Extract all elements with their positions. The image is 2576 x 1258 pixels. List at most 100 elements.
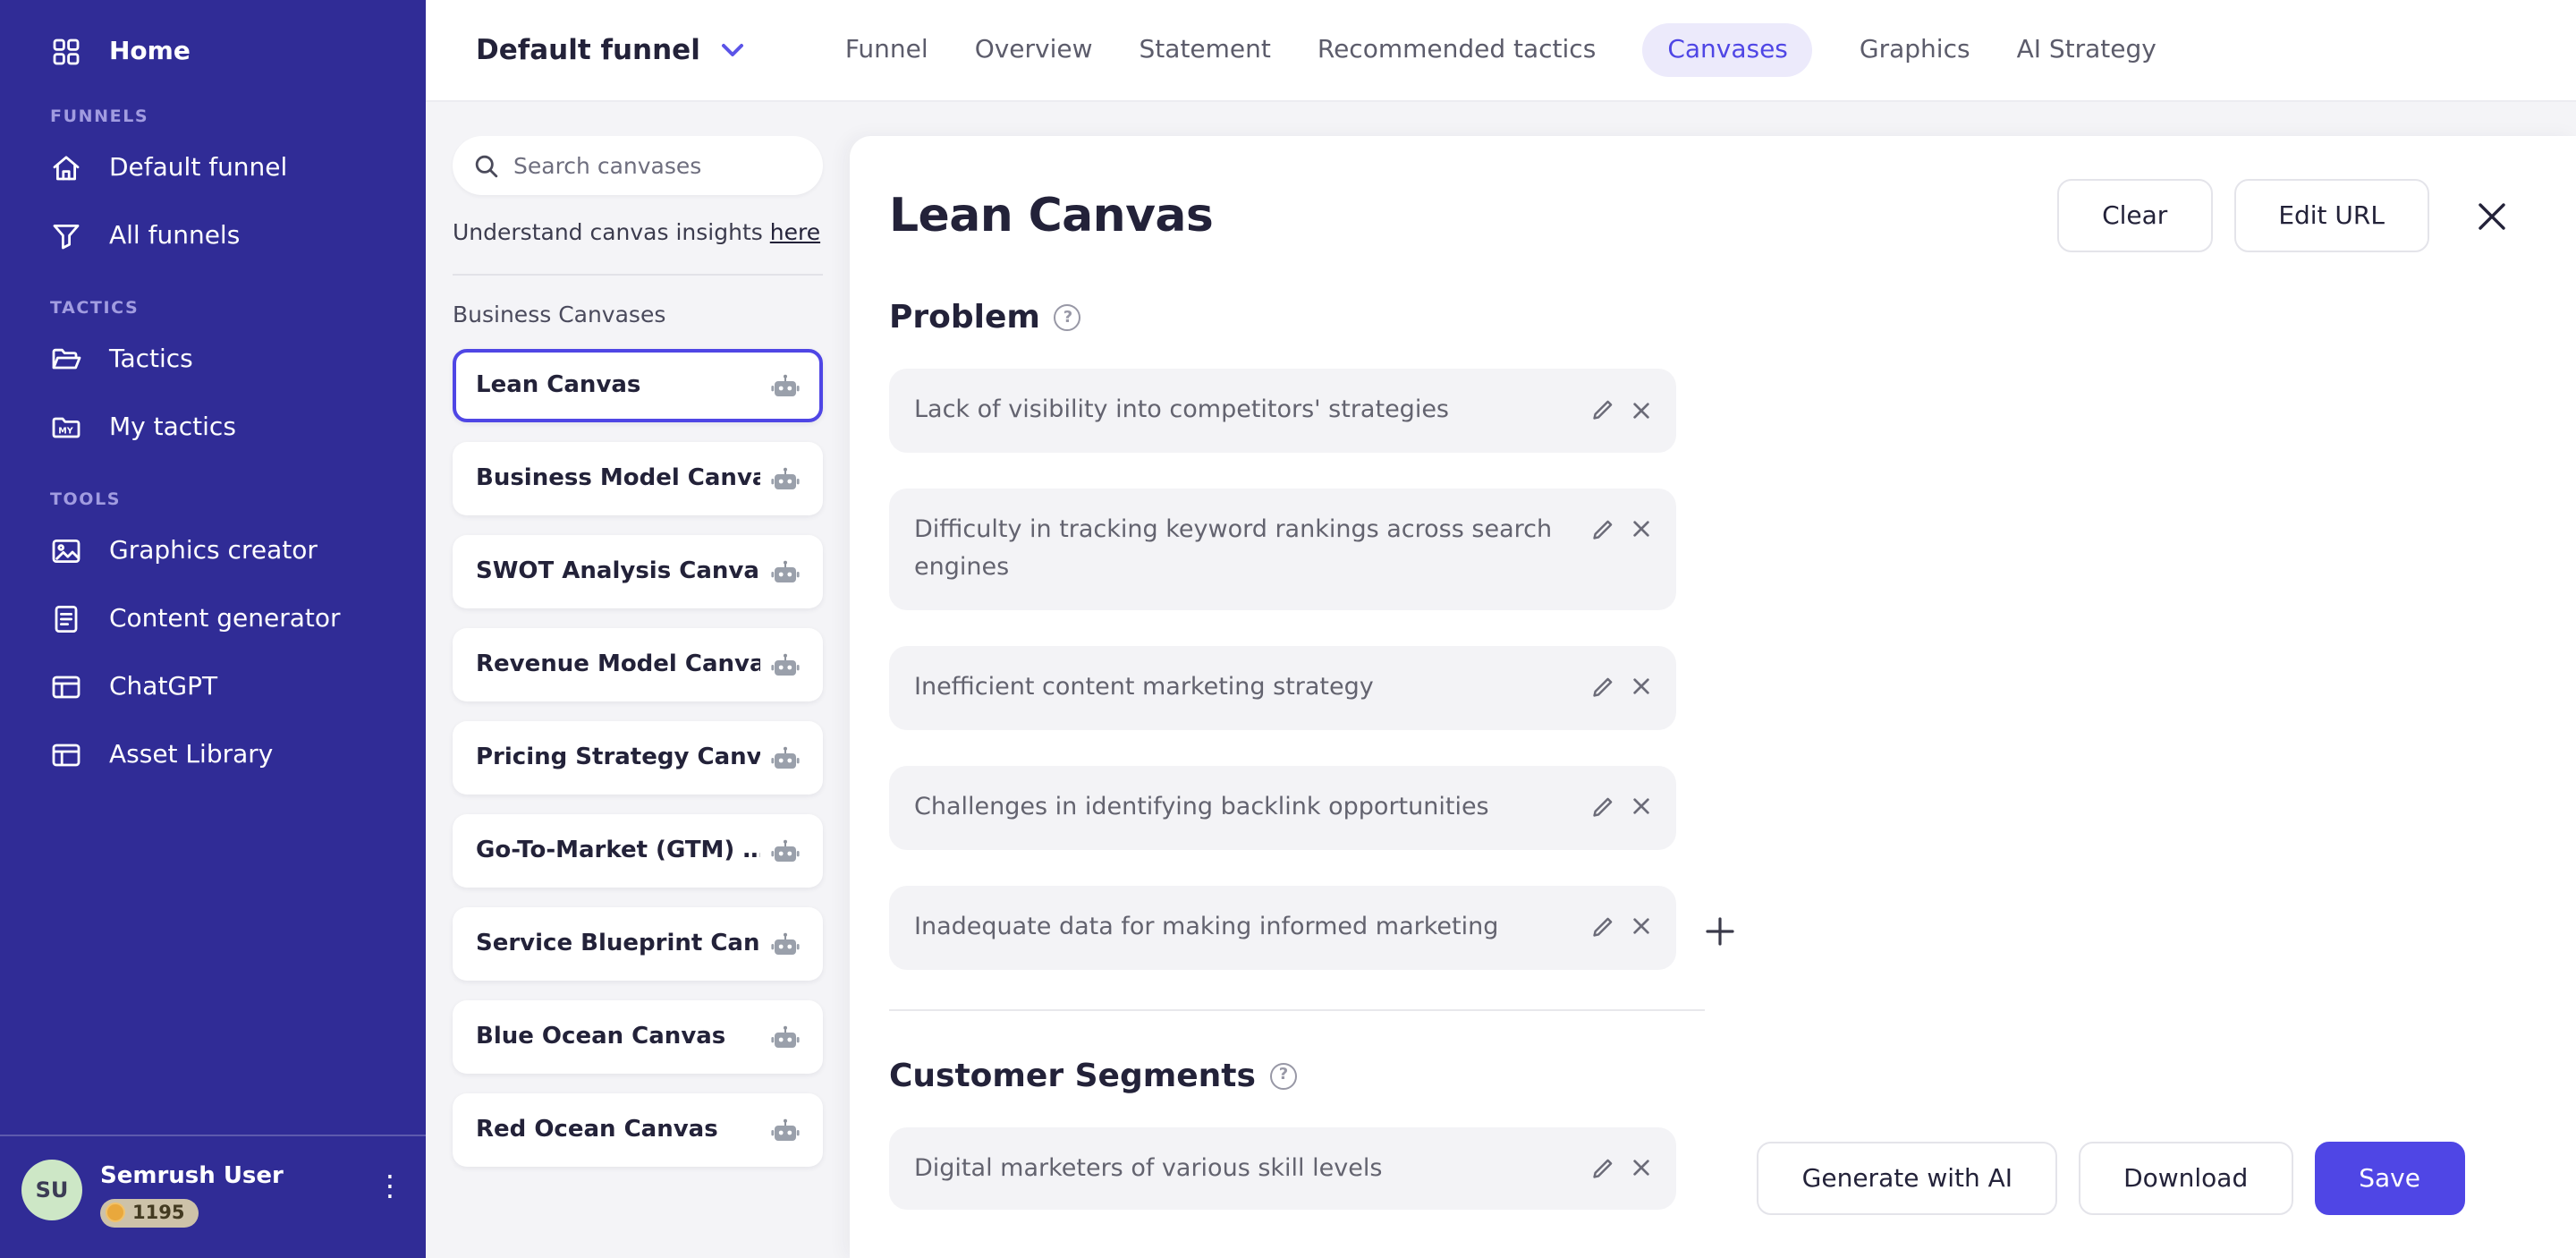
lean-canvas-editor: Lean Canvas Clear Edit URL Problem ? Lac… xyxy=(850,136,2576,1258)
help-icon[interactable]: ? xyxy=(1054,304,1081,331)
window-icon xyxy=(50,671,82,703)
folder-open-icon xyxy=(50,344,82,376)
canvas-card-label: Service Blueprint Can… xyxy=(476,931,760,957)
field-item: Inadequate data for making informed mark… xyxy=(889,885,1676,970)
robot-icon xyxy=(771,931,800,956)
editor-body: Problem ? Lack of visibility into compet… xyxy=(850,252,2576,1246)
chevron-down-icon xyxy=(722,43,745,57)
insights-link[interactable]: here xyxy=(770,218,820,245)
canvas-card-label: Blue Ocean Canvas xyxy=(476,1024,726,1050)
clear-button[interactable]: Clear xyxy=(2057,179,2213,252)
svg-text:MY: MY xyxy=(58,426,74,436)
field-item: Digital marketers of various skill level… xyxy=(889,1126,1676,1211)
panel-divider xyxy=(453,274,823,276)
tab-statement[interactable]: Statement xyxy=(1140,36,1271,64)
help-icon[interactable]: ? xyxy=(1269,1062,1297,1090)
sidebar-item-all-funnels[interactable]: All funnels xyxy=(0,202,426,270)
sidebar-item-tactics[interactable]: Tactics xyxy=(0,326,426,394)
remove-icon[interactable] xyxy=(1631,1158,1651,1177)
sidebar-item-content-generator[interactable]: Content generator xyxy=(0,585,426,653)
add-item-icon[interactable] xyxy=(1705,915,1735,946)
grid-icon xyxy=(50,36,82,68)
sidebar-item-label: Content generator xyxy=(109,605,341,633)
robot-icon xyxy=(771,373,800,398)
edit-url-button[interactable]: Edit URL xyxy=(2233,179,2429,252)
user-name: Semrush User xyxy=(100,1162,284,1189)
canvas-list-panel: Understand canvas insights here Business… xyxy=(426,136,850,1258)
robot-icon xyxy=(771,745,800,770)
search-icon xyxy=(474,153,499,178)
canvas-card-label: Red Ocean Canvas xyxy=(476,1117,718,1143)
robot-icon xyxy=(771,838,800,863)
sidebar-section-tools: TOOLS xyxy=(50,490,122,510)
sidebar-item-my-tactics[interactable]: MY My tactics xyxy=(0,394,426,462)
sidebar-item-label: Asset Library xyxy=(109,741,274,769)
canvas-card-swot-analysis-canvas[interactable]: SWOT Analysis Canvas xyxy=(453,535,823,608)
sidebar-item-asset-library[interactable]: Asset Library xyxy=(0,721,426,789)
canvas-card-revenue-model-canvas[interactable]: Revenue Model Canvas xyxy=(453,628,823,701)
tab-recommended-tactics[interactable]: Recommended tactics xyxy=(1318,36,1596,64)
tab-overview[interactable]: Overview xyxy=(975,36,1093,64)
field-item: Difficulty in tracking keyword rankings … xyxy=(889,488,1676,610)
tab-ai-strategy[interactable]: AI Strategy xyxy=(2017,36,2157,64)
sidebar-item-default-funnel[interactable]: Default funnel xyxy=(0,134,426,202)
image-icon xyxy=(50,535,82,567)
field-text: Inefficient content marketing strategy xyxy=(914,672,1374,701)
content-area: Understand canvas insights here Business… xyxy=(426,102,2576,1258)
edit-icon[interactable] xyxy=(1590,794,1615,819)
field-item: Lack of visibility into competitors' str… xyxy=(889,369,1676,453)
canvas-card-red-ocean-canvas[interactable]: Red Ocean Canvas xyxy=(453,1093,823,1167)
kebab-menu-icon[interactable]: ⋮ xyxy=(376,1170,404,1200)
app-window: Home FUNNELS Default funnel All funnels … xyxy=(0,0,2576,1258)
funnel-selector-label: Default funnel xyxy=(476,34,700,66)
sidebar-item-label: ChatGPT xyxy=(109,673,218,701)
search-input[interactable] xyxy=(513,152,801,179)
robot-icon xyxy=(771,559,800,584)
credits-badge: 1195 xyxy=(100,1198,199,1227)
edit-icon[interactable] xyxy=(1590,914,1615,939)
remove-icon[interactable] xyxy=(1631,796,1651,816)
topbar: Default funnel Funnel Overview Statement… xyxy=(426,0,2576,102)
field-text: Lack of visibility into competitors' str… xyxy=(914,395,1449,424)
robot-icon xyxy=(771,466,800,491)
canvas-card-blue-ocean-canvas[interactable]: Blue Ocean Canvas xyxy=(453,1000,823,1074)
remove-icon[interactable] xyxy=(1631,916,1651,936)
funnel-icon xyxy=(50,220,82,252)
save-button[interactable]: Save xyxy=(2314,1142,2465,1215)
tab-funnel[interactable]: Funnel xyxy=(845,36,928,64)
download-button[interactable]: Download xyxy=(2079,1142,2293,1215)
sidebar-item-home[interactable]: Home xyxy=(0,0,426,79)
credits-count: 1195 xyxy=(132,1202,185,1223)
funnel-selector-dropdown[interactable]: Default funnel xyxy=(476,34,745,66)
sidebar-item-graphics-creator[interactable]: Graphics creator xyxy=(0,517,426,585)
canvas-card-label: SWOT Analysis Canvas xyxy=(476,558,760,585)
folder-my-icon: MY xyxy=(50,412,82,444)
sidebar-item-label: Tactics xyxy=(109,345,193,374)
tab-canvases[interactable]: Canvases xyxy=(1642,23,1813,77)
generate-with-ai-button[interactable]: Generate with AI xyxy=(1757,1142,2058,1215)
canvas-card-label: Go-To-Market (GTM) … xyxy=(476,837,760,864)
close-icon[interactable] xyxy=(2476,200,2508,232)
canvas-card-go-to-market-canvas[interactable]: Go-To-Market (GTM) … xyxy=(453,814,823,888)
canvas-card-lean-canvas[interactable]: Lean Canvas xyxy=(453,349,823,422)
section-title: Customer Segments xyxy=(889,1057,1256,1095)
edit-icon[interactable] xyxy=(1590,517,1615,542)
edit-icon[interactable] xyxy=(1590,1155,1615,1180)
user-profile[interactable]: SU Semrush User 1195 ⋮ xyxy=(0,1134,426,1258)
tab-graphics[interactable]: Graphics xyxy=(1860,36,1970,64)
edit-icon[interactable] xyxy=(1590,675,1615,700)
field-text: Difficulty in tracking keyword rankings … xyxy=(914,514,1553,582)
edit-icon[interactable] xyxy=(1590,397,1615,422)
section-divider xyxy=(889,1008,1705,1011)
remove-icon[interactable] xyxy=(1631,400,1651,420)
sidebar-item-chatgpt[interactable]: ChatGPT xyxy=(0,653,426,721)
remove-icon[interactable] xyxy=(1631,677,1651,697)
sidebar-item-label: Default funnel xyxy=(109,154,288,183)
main-region: Default funnel Funnel Overview Statement… xyxy=(426,0,2576,1258)
canvas-card-business-model-canvas[interactable]: Business Model Canvas xyxy=(453,442,823,515)
canvas-card-pricing-strategy-canvas[interactable]: Pricing Strategy Canv… xyxy=(453,721,823,795)
canvas-card-service-blueprint-canvas[interactable]: Service Blueprint Can… xyxy=(453,907,823,981)
field-text: Digital marketers of various skill level… xyxy=(914,1153,1383,1183)
remove-icon[interactable] xyxy=(1631,520,1651,540)
problem-rows: Lack of visibility into competitors' str… xyxy=(889,369,2576,970)
